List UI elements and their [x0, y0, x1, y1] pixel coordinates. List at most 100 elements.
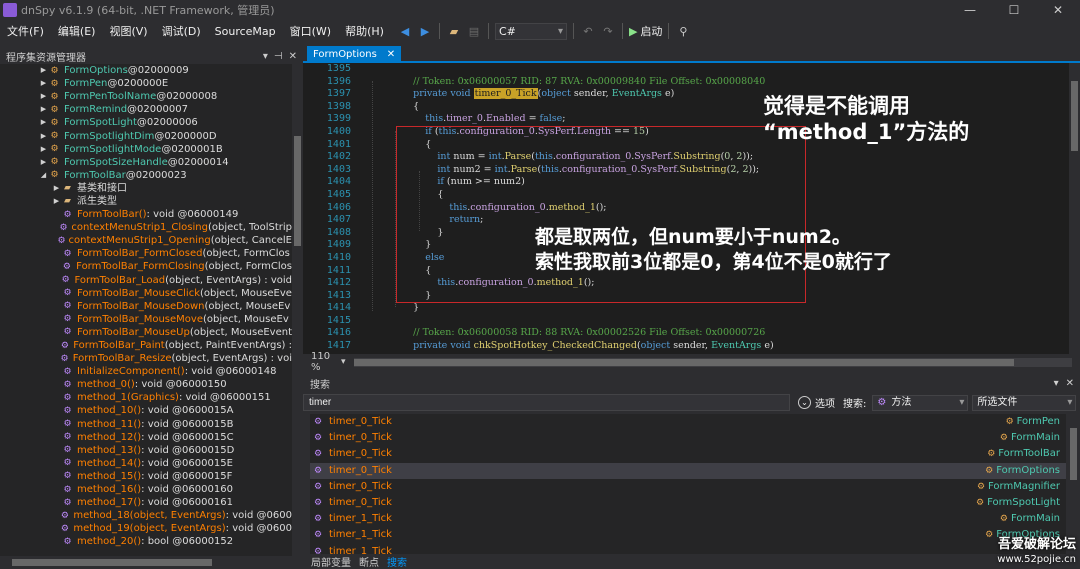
tree-item[interactable]: ⚙ method_1(Graphics) : void @06000151 — [0, 391, 292, 404]
redo-icon[interactable]: ↷ — [600, 23, 616, 39]
tree-item[interactable]: ⚙ FormToolBar_MouseUp (object, MouseEvent — [0, 326, 292, 339]
tree-item[interactable]: ▶ ⚙ FormSpotlightMode @0200001B — [0, 143, 292, 156]
tree-item[interactable]: ⚙ method_15() : void @0600015F — [0, 470, 292, 483]
scrollbar-thumb[interactable] — [1071, 81, 1078, 151]
tree-item[interactable]: ◢ ⚙ FormToolBar @02000023 — [0, 169, 292, 182]
tree-item[interactable]: ⚙ method_16() : void @06000160 — [0, 483, 292, 496]
tree-item[interactable]: ⚙ FormToolBar_Paint (object, PaintEventArg… — [0, 339, 292, 352]
search-result-row[interactable]: ⚙ timer_0_Tick ⚙ FormOptions — [310, 462, 1066, 479]
tree-item[interactable]: ▶ ⚙ FormSpotLight @02000006 — [0, 116, 292, 129]
close-pane-icon[interactable]: ✕ — [1066, 378, 1074, 389]
search-scope-select[interactable]: 所选文件 — [972, 394, 1077, 411]
tree-item[interactable]: ⚙ FormToolBar_Load (object, EventArgs) : v… — [0, 274, 292, 287]
menu-window[interactable]: 窗口(W) — [283, 23, 338, 39]
editor-horizontal-scrollbar[interactable] — [353, 357, 1072, 367]
open-folder-icon[interactable]: ▰ — [446, 23, 462, 39]
zoom-level[interactable]: 110 % — [303, 351, 341, 373]
results-scrollbar[interactable] — [1066, 414, 1080, 555]
tab-formoptions[interactable]: FormOptions ✕ — [307, 46, 402, 63]
search-result-row[interactable]: ⚙ timer_0_Tick ⚙ FormSpotLight — [310, 495, 1066, 511]
tree-item[interactable]: ⚙ contextMenuStrip1_Opening (object, Cance… — [0, 234, 292, 247]
tree-item[interactable]: ⚙ FormToolBar() : void @06000149 — [0, 208, 292, 221]
tree-item[interactable]: ⚙ FormToolBar_FormClosed (object, FormClos — [0, 247, 292, 260]
tree-item[interactable]: ▶ ▰ 派生类型 — [0, 195, 292, 208]
close-button[interactable]: ✕ — [1036, 0, 1080, 20]
back-icon[interactable]: ◀ — [397, 23, 413, 39]
tree-item[interactable]: ⚙ method_17() : void @06000161 — [0, 496, 292, 509]
tree-item[interactable]: ⚙ FormToolBar_MouseDown (object, MouseEv — [0, 300, 292, 313]
tree-item[interactable]: ⚙ FormToolBar_FormClosing (object, FormClo… — [0, 260, 292, 273]
tab-search[interactable]: 搜索 — [387, 554, 407, 569]
close-pane-icon[interactable]: ✕ — [289, 51, 297, 62]
tree-item[interactable]: ⚙ FormToolBar_MouseClick (object, MouseEve — [0, 287, 292, 300]
editor-vertical-scrollbar[interactable] — [1069, 63, 1080, 354]
tree-item[interactable]: ▶ ▰ 基类和接口 — [0, 182, 292, 195]
tree-item[interactable]: ⚙ method_10() : void @0600015A — [0, 404, 292, 417]
expander-icon[interactable]: ▶ — [39, 143, 48, 156]
menu-view[interactable]: 视图(V) — [102, 23, 154, 39]
dropdown-icon[interactable]: ▾ — [263, 51, 268, 62]
scrollbar-thumb[interactable] — [12, 559, 212, 566]
dropdown-icon[interactable]: ▾ — [1054, 378, 1059, 389]
tree-item[interactable]: ⚙ method_0() : void @06000150 — [0, 378, 292, 391]
search-result-row[interactable]: ⚙ timer_1_Tick ⚙ FormMain — [310, 511, 1066, 527]
expander-icon[interactable]: ▶ — [39, 64, 48, 77]
tree-horizontal-scrollbar[interactable] — [0, 556, 303, 569]
search-kind-select[interactable]: ⚙ 方法 — [872, 394, 969, 411]
tree-item[interactable]: ▶ ⚙ FormPen @0200000E — [0, 77, 292, 90]
tab-breakpoints[interactable]: 断点 — [359, 554, 379, 569]
search-icon[interactable]: ⚲ — [675, 23, 691, 39]
expander-icon[interactable]: ▶ — [52, 182, 61, 195]
expander-icon[interactable]: ▶ — [39, 156, 48, 169]
tree-item[interactable]: ⚙ method_18(object, EventArgs) : void @06… — [0, 509, 292, 522]
menu-file[interactable]: 文件(F) — [0, 23, 51, 39]
expander-icon[interactable]: ▶ — [39, 103, 48, 116]
tree-vertical-scrollbar[interactable] — [292, 64, 303, 556]
search-options-button[interactable]: ⌄ 选项 — [798, 395, 835, 410]
expander-icon[interactable]: ▶ — [39, 90, 48, 103]
tree-item[interactable]: ▶ ⚙ FormSpotSizeHandle @02000014 — [0, 156, 292, 169]
tree-item[interactable]: ⚙ InitializeComponent() : void @06000148 — [0, 365, 292, 378]
pin-icon[interactable]: ⊣ — [274, 51, 283, 62]
menu-debug[interactable]: 调试(D) — [155, 23, 208, 39]
search-result-row[interactable]: ⚙ timer_0_Tick ⚙ FormMain — [310, 430, 1066, 446]
tree-item[interactable]: ⚙ method_13() : void @0600015D — [0, 444, 292, 457]
undo-icon[interactable]: ↶ — [580, 23, 596, 39]
search-input[interactable] — [303, 394, 790, 411]
menu-edit[interactable]: 编辑(E) — [51, 23, 103, 39]
tab-locals[interactable]: 局部变量 — [311, 554, 351, 569]
expander-icon[interactable]: ◢ — [39, 169, 48, 182]
open-list-icon[interactable]: ▤ — [466, 23, 482, 39]
expander-icon[interactable]: ▶ — [52, 195, 61, 208]
tree-item[interactable]: ▶ ⚙ FormOptions @02000009 — [0, 64, 292, 77]
tree-item[interactable]: ⚙ method_20() : bool @06000152 — [0, 535, 292, 548]
tree-item[interactable]: ⚙ method_12() : void @0600015C — [0, 431, 292, 444]
language-select[interactable]: C# — [494, 22, 567, 40]
zoom-dropdown-icon[interactable]: ▾ — [341, 357, 346, 367]
menu-help[interactable]: 帮助(H) — [338, 23, 391, 39]
scrollbar-thumb[interactable] — [353, 358, 1014, 366]
minimize-button[interactable]: — — [948, 0, 992, 20]
tree-item[interactable]: ⚙ FormToolBar_Resize (object, EventArgs) :… — [0, 352, 292, 365]
search-result-row[interactable]: ⚙ timer_0_Tick ⚙ FormMagnifier — [310, 479, 1066, 495]
expander-icon[interactable]: ▶ — [39, 116, 48, 129]
tree-item[interactable]: ▶ ⚙ FormSpotlightDim @0200000D — [0, 129, 292, 142]
expander-icon[interactable]: ▶ — [39, 130, 48, 143]
tree-item[interactable]: ▶ ⚙ FormPenToolName @02000008 — [0, 90, 292, 103]
close-tab-icon[interactable]: ✕ — [387, 46, 395, 63]
tree-item[interactable]: ⚙ FormToolBar_MouseMove (object, MouseEv — [0, 313, 292, 326]
start-debug-button[interactable]: ▶ 启动 — [629, 23, 662, 39]
scrollbar-thumb[interactable] — [1070, 428, 1077, 480]
scrollbar-thumb[interactable] — [294, 136, 301, 246]
tree-item[interactable]: ▶ ⚙ FormRemind @02000007 — [0, 103, 292, 116]
tree-item[interactable]: ⚙ method_11() : void @0600015B — [0, 418, 292, 431]
search-result-row[interactable]: ⚙ timer_1_Tick ⚙ FormOptions — [310, 527, 1066, 543]
search-result-row[interactable]: ⚙ timer_0_Tick ⚙ FormPen — [310, 414, 1066, 430]
expander-icon[interactable]: ▶ — [39, 77, 48, 90]
tree-item[interactable]: ⚙ method_14() : void @0600015E — [0, 457, 292, 470]
forward-icon[interactable]: ▶ — [417, 23, 433, 39]
menu-sourcemap[interactable]: SourceMap — [208, 25, 283, 38]
search-result-row[interactable]: ⚙ timer_0_Tick ⚙ FormToolBar — [310, 446, 1066, 462]
maximize-button[interactable]: ☐ — [992, 0, 1036, 20]
tree-item[interactable]: ⚙ contextMenuStrip1_Closing (object, ToolS… — [0, 221, 292, 234]
